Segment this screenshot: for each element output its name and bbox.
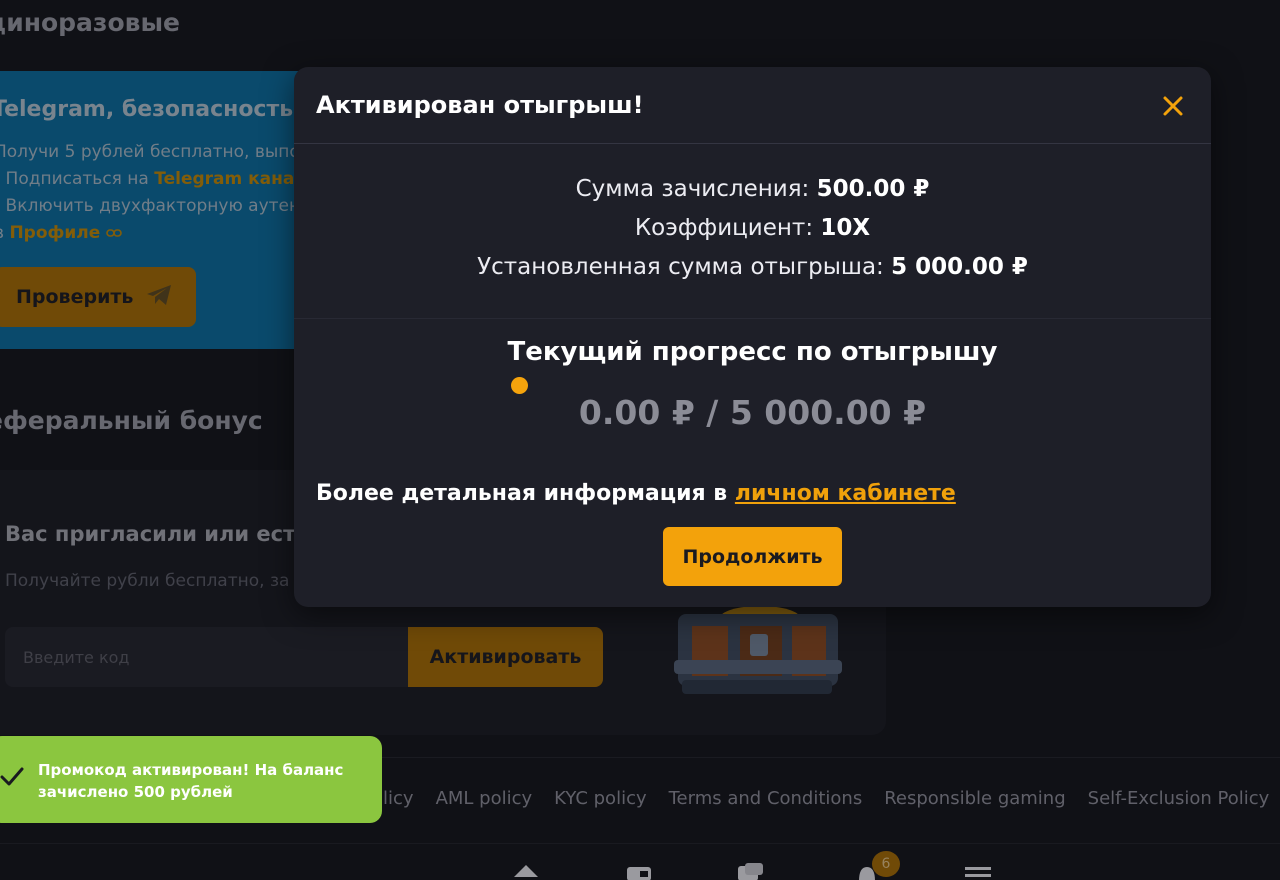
details-text: Более детальная информация в личном каби… xyxy=(316,481,956,506)
credit-amount-line: Сумма зачисления: 500.00 ₽ xyxy=(294,176,1211,202)
modal-title: Активирован отыгрыш! xyxy=(316,91,644,119)
wager-amount-label: Установленная сумма отыгрыша: xyxy=(477,254,884,280)
success-toast[interactable]: Промокод активирован! На баланс зачислен… xyxy=(0,736,382,823)
checkmark-icon xyxy=(0,766,24,792)
personal-account-link[interactable]: личном кабинете xyxy=(735,481,956,506)
modal-divider xyxy=(294,143,1211,144)
toast-message: Промокод активирован! На баланс зачислен… xyxy=(38,761,344,801)
wager-amount-value: 5 000.00 ₽ xyxy=(891,254,1028,280)
coefficient-label: Коэффициент: xyxy=(634,215,814,241)
credit-amount-label: Сумма зачисления: xyxy=(575,176,810,202)
continue-button[interactable]: Продолжить xyxy=(663,527,842,586)
wager-amount-line: Установленная сумма отыгрыша: 5 000.00 ₽ xyxy=(294,254,1211,280)
coefficient-value: 10X xyxy=(820,215,871,241)
progress-value: 0.00 ₽ / 5 000.00 ₽ xyxy=(578,393,927,432)
progress-indicator xyxy=(511,377,528,394)
credit-amount-value: 500.00 ₽ xyxy=(816,176,930,202)
close-icon[interactable] xyxy=(1160,93,1186,119)
coefficient-line: Коэффициент: 10X xyxy=(294,215,1211,241)
details-label: Более детальная информация в xyxy=(316,481,728,506)
wager-activated-modal: Активирован отыгрыш! Сумма зачисления: 5… xyxy=(294,67,1211,607)
progress-title: Текущий прогресс по отыгрышу xyxy=(507,337,998,367)
modal-divider xyxy=(294,318,1211,319)
